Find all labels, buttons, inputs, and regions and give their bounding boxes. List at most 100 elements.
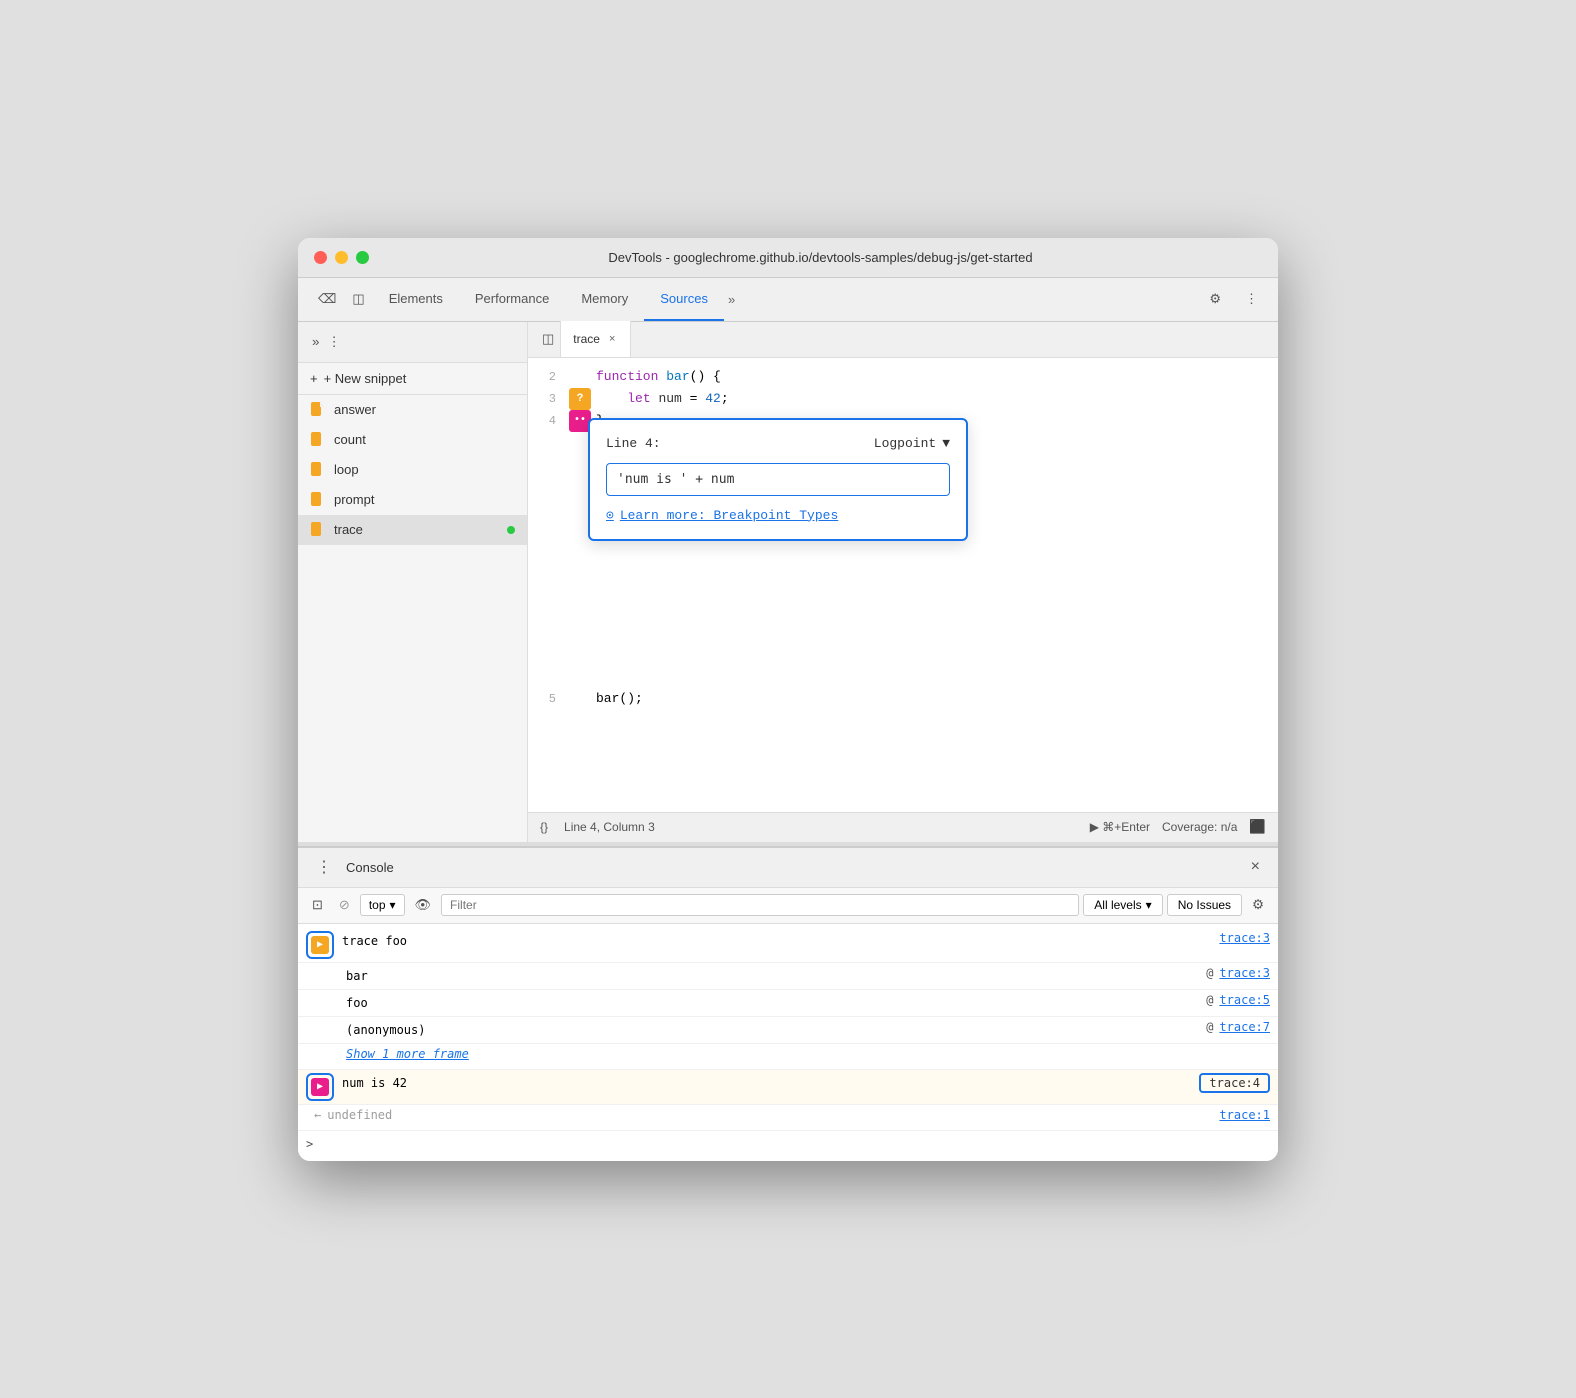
console-settings-button[interactable]: ⚙ (1246, 893, 1270, 917)
console-row-bar: bar @ trace:3 (298, 963, 1278, 990)
editor-tab-bar: ◫ trace × (528, 322, 1278, 358)
settings-button[interactable]: ⚙ (1201, 287, 1229, 311)
file-icon (310, 402, 326, 418)
console-row-show-more: Show 1 more frame (298, 1044, 1278, 1070)
return-arrow: ← (306, 1108, 321, 1122)
console-panel: ⋮ Console × ⊡ ⊘ top ▾ 👁 All levels ▾ No … (298, 846, 1278, 1161)
chevron-down-icon: ▼ (942, 436, 950, 451)
console-prompt[interactable]: > (298, 1131, 1278, 1157)
sidebar-header: » ⋮ (298, 322, 527, 363)
console-row-foo: foo @ trace:5 (298, 990, 1278, 1017)
prompt-input[interactable] (319, 1135, 1270, 1153)
nav-back-btn[interactable]: ⌫ (310, 287, 344, 311)
trace-source-1[interactable]: trace:1 (1203, 1108, 1270, 1122)
trace-source-4[interactable]: trace:4 (1199, 1073, 1270, 1093)
foo-link[interactable]: trace:5 (1219, 993, 1270, 1007)
all-levels-button[interactable]: All levels ▾ (1083, 894, 1162, 916)
arrow-circle-icon: ⊙ (606, 508, 614, 523)
sidebar-item-answer[interactable]: answer (298, 395, 527, 425)
console-row-trace: ▶ trace foo trace:3 (298, 928, 1278, 963)
editor-body[interactable]: 2 function bar() { 3 ? let num (528, 358, 1278, 812)
console-toolbar: ⊡ ⊘ top ▾ 👁 All levels ▾ No Issues ⚙ (298, 888, 1278, 924)
sidebar-item-prompt[interactable]: prompt (298, 485, 527, 515)
tab-memory[interactable]: Memory (565, 277, 644, 321)
code-line-2: 2 function bar() { (528, 366, 1278, 388)
console-filter-input[interactable] (441, 894, 1079, 916)
editor-toggle-btn[interactable]: ◫ (536, 327, 560, 351)
logpoint-header: Line 4: Logpoint ▼ (606, 436, 950, 451)
console-header: ⋮ Console × (298, 848, 1278, 888)
logpoint-type-select[interactable]: Logpoint ▼ (874, 436, 950, 451)
sidebar-items: answer count loop (298, 395, 527, 842)
format-button[interactable]: {} (540, 820, 548, 834)
run-button[interactable]: ▶ ⌘+Enter (1090, 820, 1150, 834)
sidebar-collapse-btn[interactable]: » (308, 330, 323, 353)
top-selector[interactable]: top ▾ (360, 894, 405, 916)
console-row-anon: (anonymous) @ trace:7 (298, 1017, 1278, 1044)
no-issues-button[interactable]: No Issues (1167, 894, 1242, 916)
new-snippet-button[interactable]: + + New snippet (298, 363, 527, 395)
learn-more-link[interactable]: ⊙ Learn more: Breakpoint Types (606, 508, 950, 523)
trace-source-3[interactable]: trace:3 (1203, 931, 1270, 945)
sidebar-item-loop[interactable]: loop (298, 455, 527, 485)
sidebar-menu-btn[interactable]: ⋮ (323, 330, 344, 354)
main-content: » ⋮ + + New snippet answer coun (298, 322, 1278, 842)
more-icon: ⋮ (1245, 291, 1258, 307)
minimize-button[interactable] (335, 251, 348, 264)
sidebar: » ⋮ + + New snippet answer coun (298, 322, 528, 842)
file-icon (310, 522, 326, 538)
expand-button[interactable]: ⬛ (1249, 819, 1266, 835)
code-lines-bottom: 5 bar(); (528, 680, 1278, 718)
code-line-3: 3 ? let num = 42; (528, 388, 1278, 410)
window-title: DevTools - googlechrome.github.io/devtoo… (379, 250, 1262, 265)
more-tabs-chevron[interactable]: » (724, 288, 739, 311)
active-dot (507, 526, 515, 534)
tab-sources[interactable]: Sources (644, 277, 724, 321)
coverage-label: Coverage: n/a (1162, 820, 1237, 834)
status-bar-right: ▶ ⌘+Enter Coverage: n/a ⬛ (1090, 819, 1266, 835)
console-eye-button[interactable]: 👁 (409, 893, 438, 917)
traffic-lights (314, 251, 369, 264)
anon-link[interactable]: trace:7 (1219, 1020, 1270, 1034)
console-clear-button[interactable]: ⊡ (306, 893, 329, 917)
bar-link[interactable]: trace:3 (1219, 966, 1270, 980)
logpoint-input[interactable] (606, 463, 950, 496)
sidebar-item-trace[interactable]: trace (298, 515, 527, 545)
logpoint-popup: Line 4: Logpoint ▼ ⊙ Learn more: Breakpo… (588, 418, 968, 541)
console-close-button[interactable]: × (1245, 854, 1266, 880)
console-menu-button[interactable]: ⋮ (310, 853, 338, 881)
file-icon (310, 492, 326, 508)
breakpoint-badge-3: ? (569, 388, 591, 410)
editor-tab-trace[interactable]: trace × (560, 321, 631, 357)
undefined-text: undefined (321, 1108, 392, 1122)
nav-right-controls: ⚙ ⋮ (1201, 287, 1266, 311)
foo-text: foo (346, 993, 1200, 1013)
more-menu-button[interactable]: ⋮ (1237, 287, 1266, 311)
console-block-button[interactable]: ⊘ (333, 893, 356, 917)
logpoint-icon-box: ▶ (306, 1073, 334, 1101)
tab-close-button[interactable]: × (606, 332, 618, 346)
fullscreen-button[interactable] (356, 251, 369, 264)
show-more-link[interactable]: Show 1 more frame (346, 1047, 469, 1061)
editor-area: ◫ trace × 2 function bar() { (528, 322, 1278, 842)
log-pink-icon: ▶ (311, 1078, 329, 1096)
chevron-down-icon: ▾ (390, 898, 396, 912)
chevron-down-icon: ▾ (1146, 898, 1152, 912)
console-row-undefined: ← undefined trace:1 (298, 1105, 1278, 1131)
log-orange-icon: ▶ (311, 936, 329, 954)
close-button[interactable] (314, 251, 327, 264)
console-body: ▶ trace foo trace:3 bar @ trace:3 foo @ … (298, 924, 1278, 1161)
tab-performance[interactable]: Performance (459, 277, 565, 321)
nav-tabs: ⌫ ◫ Elements Performance Memory Sources … (298, 278, 1278, 322)
console-row-num: ▶ num is 42 trace:4 (298, 1070, 1278, 1105)
anon-text: (anonymous) (346, 1020, 1200, 1040)
devtools-window: DevTools - googlechrome.github.io/devtoo… (298, 238, 1278, 1161)
bar-text: bar (346, 966, 1200, 986)
trace-text: trace foo (342, 931, 1203, 951)
sidebar-item-count[interactable]: count (298, 425, 527, 455)
nav-toggle-btn[interactable]: ◫ (344, 287, 372, 311)
file-icon (310, 432, 326, 448)
prompt-chevron: > (306, 1137, 313, 1151)
num-text: num is 42 (342, 1073, 1199, 1093)
tab-elements[interactable]: Elements (373, 277, 459, 321)
